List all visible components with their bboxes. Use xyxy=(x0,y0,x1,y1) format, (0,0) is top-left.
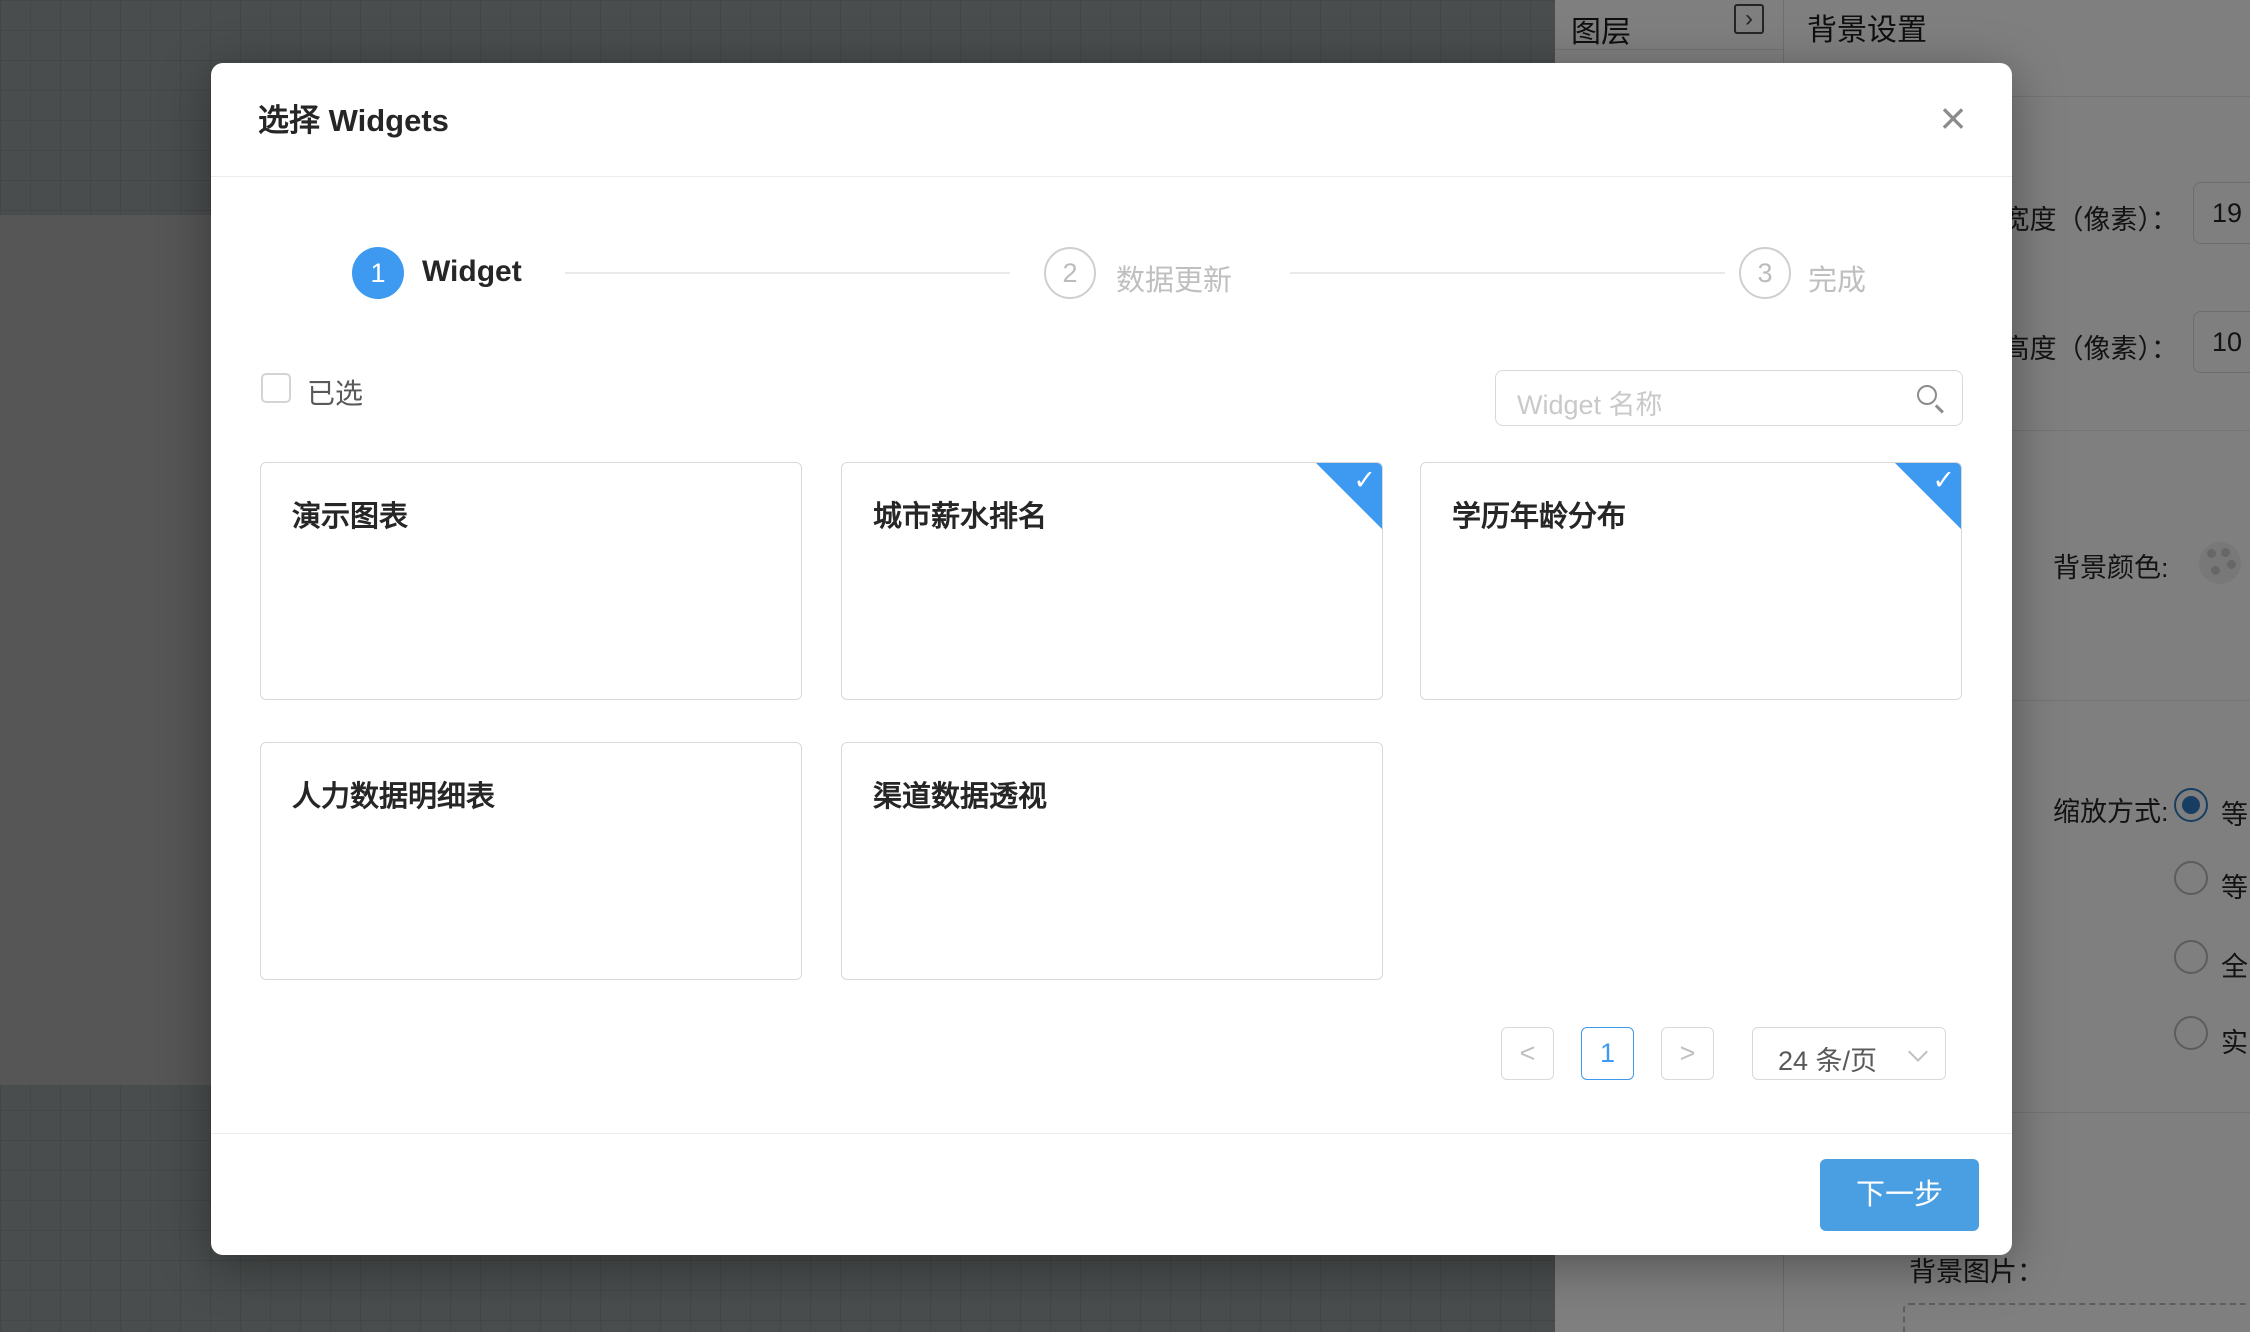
widget-search-input[interactable]: Widget 名称 xyxy=(1495,370,1963,426)
widget-card[interactable]: 人力数据明细表 xyxy=(260,742,802,980)
check-icon: ✓ xyxy=(1353,465,1376,496)
step-connector xyxy=(1290,272,1725,274)
step-1-label: Widget xyxy=(422,255,522,289)
dialog-title: 选择 Widgets xyxy=(258,95,449,140)
pagination-prev-button[interactable]: < xyxy=(1501,1027,1554,1080)
step-1-indicator: 1 xyxy=(352,247,404,299)
step-3-label: 完成 xyxy=(1808,257,1866,299)
select-widgets-dialog: 选择 Widgets × 1 Widget 2 数据更新 3 完成 已选 Wid… xyxy=(211,63,2012,1255)
widget-card[interactable]: 渠道数据透视 xyxy=(841,742,1383,980)
selected-only-checkbox[interactable] xyxy=(261,373,291,403)
selected-only-label: 已选 xyxy=(307,372,363,412)
step-2-label: 数据更新 xyxy=(1116,257,1232,299)
divider xyxy=(211,1133,2012,1134)
widget-card-title: 人力数据明细表 xyxy=(292,773,495,815)
page-size-select[interactable]: 24 条/页 xyxy=(1752,1027,1946,1080)
widget-card-title: 城市薪水排名 xyxy=(873,493,1047,535)
check-icon: ✓ xyxy=(1932,465,1955,496)
step-2-indicator: 2 xyxy=(1044,247,1096,299)
search-icon[interactable] xyxy=(1916,384,1946,414)
chevron-down-icon xyxy=(1908,1042,1928,1062)
widget-card-title: 演示图表 xyxy=(292,493,408,535)
widget-card-title: 学历年龄分布 xyxy=(1452,493,1626,535)
page-size-value: 24 条/页 xyxy=(1778,1039,1877,1078)
widget-card-selected[interactable]: 学历年龄分布 ✓ xyxy=(1420,462,1962,700)
widget-card[interactable]: 演示图表 xyxy=(260,462,802,700)
widget-card-title: 渠道数据透视 xyxy=(873,773,1047,815)
step-3-indicator: 3 xyxy=(1739,247,1791,299)
step-connector xyxy=(565,272,1010,274)
divider xyxy=(211,176,2012,177)
next-step-button[interactable]: 下一步 xyxy=(1820,1159,1979,1231)
pagination-next-button[interactable]: > xyxy=(1661,1027,1714,1080)
widget-card-selected[interactable]: 城市薪水排名 ✓ xyxy=(841,462,1383,700)
search-placeholder: Widget 名称 xyxy=(1517,383,1663,422)
pagination-page-1[interactable]: 1 xyxy=(1581,1027,1634,1080)
close-icon[interactable]: × xyxy=(1927,93,1979,145)
